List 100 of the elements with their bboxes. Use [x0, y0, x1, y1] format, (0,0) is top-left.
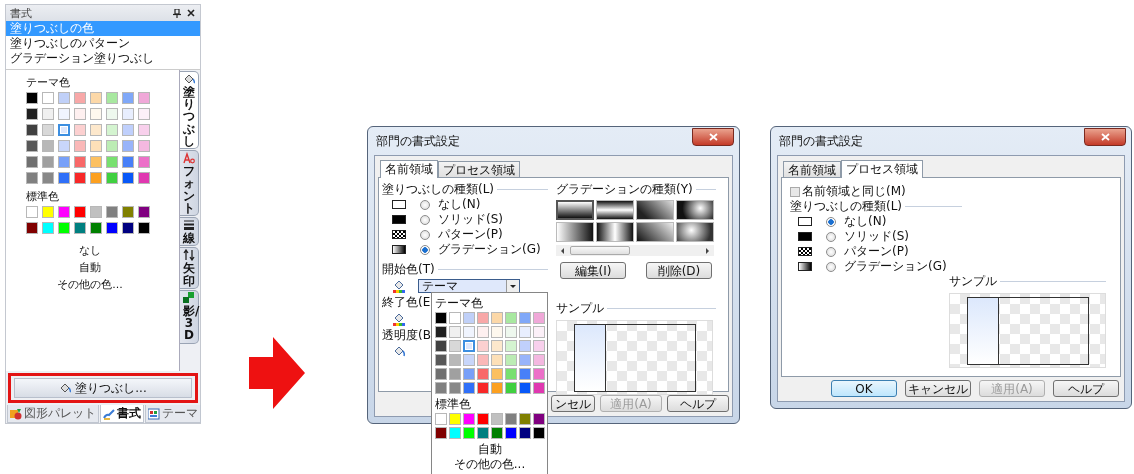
color-swatch[interactable]: [519, 413, 531, 425]
color-swatch[interactable]: [477, 382, 489, 394]
color-swatch[interactable]: [533, 326, 545, 338]
side-tab[interactable]: 線: [180, 217, 199, 247]
color-swatch[interactable]: [533, 340, 545, 352]
color-swatch[interactable]: [42, 92, 54, 104]
color-swatch[interactable]: [435, 368, 447, 380]
color-swatch[interactable]: [449, 427, 461, 439]
color-swatch[interactable]: [477, 368, 489, 380]
color-swatch[interactable]: [74, 156, 86, 168]
color-swatch[interactable]: [477, 326, 489, 338]
color-swatch[interactable]: [58, 108, 70, 120]
color-swatch[interactable]: [533, 427, 545, 439]
color-option[interactable]: その他の色...: [453, 457, 526, 472]
color-swatch[interactable]: [74, 222, 86, 234]
gradient-swatch[interactable]: [556, 200, 594, 220]
color-swatch[interactable]: [491, 368, 503, 380]
color-swatch[interactable]: [58, 140, 70, 152]
gradient-swatch[interactable]: [636, 222, 674, 242]
color-swatch[interactable]: [26, 156, 38, 168]
color-swatch[interactable]: [505, 326, 517, 338]
panel-tab[interactable]: 書式: [100, 405, 144, 423]
color-swatch[interactable]: [449, 354, 461, 366]
color-swatch[interactable]: [90, 156, 102, 168]
color-swatch[interactable]: [435, 312, 447, 324]
color-swatch[interactable]: [42, 140, 54, 152]
color-swatch[interactable]: [463, 340, 475, 352]
color-swatch[interactable]: [90, 92, 102, 104]
color-swatch[interactable]: [463, 382, 475, 394]
color-swatch[interactable]: [533, 368, 545, 380]
color-swatch[interactable]: [449, 326, 461, 338]
color-swatch[interactable]: [449, 312, 461, 324]
color-swatch[interactable]: [435, 326, 447, 338]
panel-tab[interactable]: 図形パレット: [7, 405, 99, 423]
color-swatch[interactable]: [42, 206, 54, 218]
gradient-swatch[interactable]: [676, 222, 714, 242]
color-swatch[interactable]: [449, 340, 461, 352]
color-swatch[interactable]: [74, 172, 86, 184]
color-swatch[interactable]: [58, 172, 70, 184]
color-swatch[interactable]: [491, 413, 503, 425]
color-swatch[interactable]: [491, 312, 503, 324]
color-swatch[interactable]: [138, 206, 150, 218]
gradient-swatch[interactable]: [596, 222, 634, 242]
color-swatch[interactable]: [519, 312, 531, 324]
radio-button[interactable]: [826, 231, 836, 242]
color-swatch[interactable]: [90, 108, 102, 120]
color-swatch[interactable]: [58, 156, 70, 168]
color-option[interactable]: なし: [79, 242, 101, 259]
color-swatch[interactable]: [505, 312, 517, 324]
dialog-button[interactable]: OK: [831, 380, 897, 397]
color-swatch[interactable]: [74, 108, 86, 120]
color-swatch[interactable]: [449, 413, 461, 425]
radio-button[interactable]: [826, 261, 836, 272]
radio-button[interactable]: [420, 199, 430, 210]
color-swatch[interactable]: [74, 206, 86, 218]
color-swatch[interactable]: [463, 413, 475, 425]
color-swatch[interactable]: [26, 172, 38, 184]
color-dropdown[interactable]: テーマ: [418, 279, 520, 293]
gradient-swatch[interactable]: [676, 200, 714, 220]
color-swatch[interactable]: [477, 312, 489, 324]
color-swatch[interactable]: [491, 382, 503, 394]
color-option[interactable]: 自動: [79, 259, 101, 276]
color-swatch[interactable]: [42, 222, 54, 234]
color-swatch[interactable]: [477, 427, 489, 439]
side-tab[interactable]: 塗りつぶし: [180, 71, 199, 150]
color-swatch[interactable]: [491, 340, 503, 352]
color-swatch[interactable]: [435, 427, 447, 439]
color-swatch[interactable]: [533, 312, 545, 324]
color-swatch[interactable]: [90, 222, 102, 234]
color-swatch[interactable]: [58, 124, 70, 136]
color-swatch[interactable]: [505, 354, 517, 366]
color-swatch[interactable]: [477, 340, 489, 352]
radio-button[interactable]: [420, 229, 430, 240]
color-swatch[interactable]: [505, 340, 517, 352]
color-swatch[interactable]: [122, 222, 134, 234]
color-swatch[interactable]: [138, 172, 150, 184]
color-swatch[interactable]: [519, 382, 531, 394]
color-swatch[interactable]: [138, 108, 150, 120]
color-swatch[interactable]: [519, 368, 531, 380]
color-swatch[interactable]: [106, 172, 118, 184]
fill-option[interactable]: グラデーション塗りつぶし: [6, 51, 200, 66]
color-option[interactable]: 自動: [477, 442, 502, 457]
color-swatch[interactable]: [519, 354, 531, 366]
color-swatch[interactable]: [90, 140, 102, 152]
color-swatch[interactable]: [106, 140, 118, 152]
color-swatch[interactable]: [533, 413, 545, 425]
color-swatch[interactable]: [26, 206, 38, 218]
color-swatch[interactable]: [519, 340, 531, 352]
color-swatch[interactable]: [42, 156, 54, 168]
side-tab[interactable]: 影/3D: [180, 289, 199, 344]
dialog-button[interactable]: ヘルプ: [667, 395, 729, 412]
color-swatch[interactable]: [90, 172, 102, 184]
color-swatch[interactable]: [106, 92, 118, 104]
color-swatch[interactable]: [519, 427, 531, 439]
color-swatch[interactable]: [122, 124, 134, 136]
checkbox[interactable]: [790, 186, 800, 197]
radio-button[interactable]: [826, 216, 836, 227]
dialog-button[interactable]: ンセル: [551, 395, 595, 412]
color-swatch[interactable]: [505, 427, 517, 439]
color-swatch[interactable]: [42, 108, 54, 120]
